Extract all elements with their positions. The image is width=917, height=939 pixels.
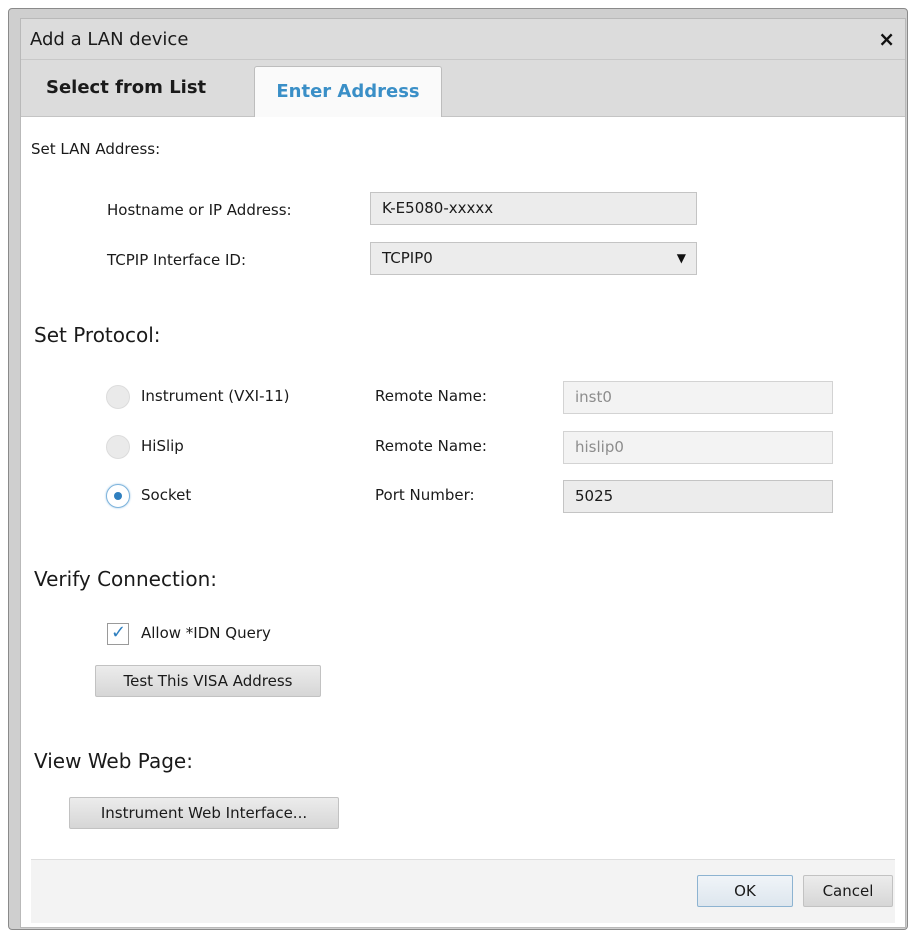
- vxi11-remote-name-label: Remote Name:: [375, 387, 487, 405]
- radio-socket[interactable]: [106, 484, 130, 508]
- dialog-title: Add a LAN device: [30, 29, 189, 50]
- hostname-label: Hostname or IP Address:: [107, 201, 292, 219]
- hislip-remote-name-input[interactable]: hislip0: [563, 431, 833, 464]
- interface-id-value: TCPIP0: [382, 249, 433, 267]
- ok-button[interactable]: OK: [697, 875, 793, 907]
- tab-enter-address[interactable]: Enter Address: [254, 66, 442, 118]
- close-icon[interactable]: ×: [878, 27, 895, 51]
- vxi11-remote-name-input[interactable]: inst0: [563, 381, 833, 414]
- tab-select-from-list[interactable]: Select from List: [32, 60, 242, 117]
- radio-vxi11[interactable]: [106, 385, 130, 409]
- verify-connection-header: Verify Connection:: [34, 567, 217, 591]
- set-protocol-header: Set Protocol:: [34, 323, 161, 347]
- add-lan-device-dialog: Add a LAN device × Select from List Ente…: [20, 18, 906, 928]
- radio-socket-label: Socket: [141, 486, 192, 504]
- port-number-input[interactable]: 5025: [563, 480, 833, 513]
- port-number-label: Port Number:: [375, 486, 475, 504]
- tab-content: Set LAN Address: Hostname or IP Address:…: [21, 117, 905, 857]
- allow-idn-checkbox[interactable]: ✓: [107, 622, 129, 645]
- hislip-remote-name-label: Remote Name:: [375, 437, 487, 455]
- interface-id-label: TCPIP Interface ID:: [107, 251, 246, 269]
- tab-bar: Select from List Enter Address: [21, 60, 905, 118]
- interface-id-select[interactable]: TCPIP0 ▼: [370, 242, 697, 275]
- instrument-web-interface-button[interactable]: Instrument Web Interface...: [69, 797, 339, 829]
- hostname-input[interactable]: K-E5080-xxxxx: [370, 192, 697, 225]
- test-visa-address-button[interactable]: Test This VISA Address: [95, 665, 321, 697]
- view-web-page-header: View Web Page:: [34, 749, 193, 773]
- radio-vxi11-label: Instrument (VXI-11): [141, 387, 290, 405]
- radio-selected-dot: [114, 492, 122, 500]
- dropdown-arrow-icon: ▼: [676, 251, 686, 265]
- set-lan-address-label: Set LAN Address:: [31, 140, 161, 158]
- dialog-footer: OK Cancel: [31, 859, 895, 923]
- radio-hislip-label: HiSlip: [141, 437, 184, 455]
- cancel-button[interactable]: Cancel: [803, 875, 893, 907]
- allow-idn-label: Allow *IDN Query: [141, 624, 271, 642]
- checkmark-icon: ✓: [111, 622, 127, 643]
- dialog-titlebar: Add a LAN device ×: [21, 19, 905, 60]
- radio-hislip[interactable]: [106, 435, 130, 459]
